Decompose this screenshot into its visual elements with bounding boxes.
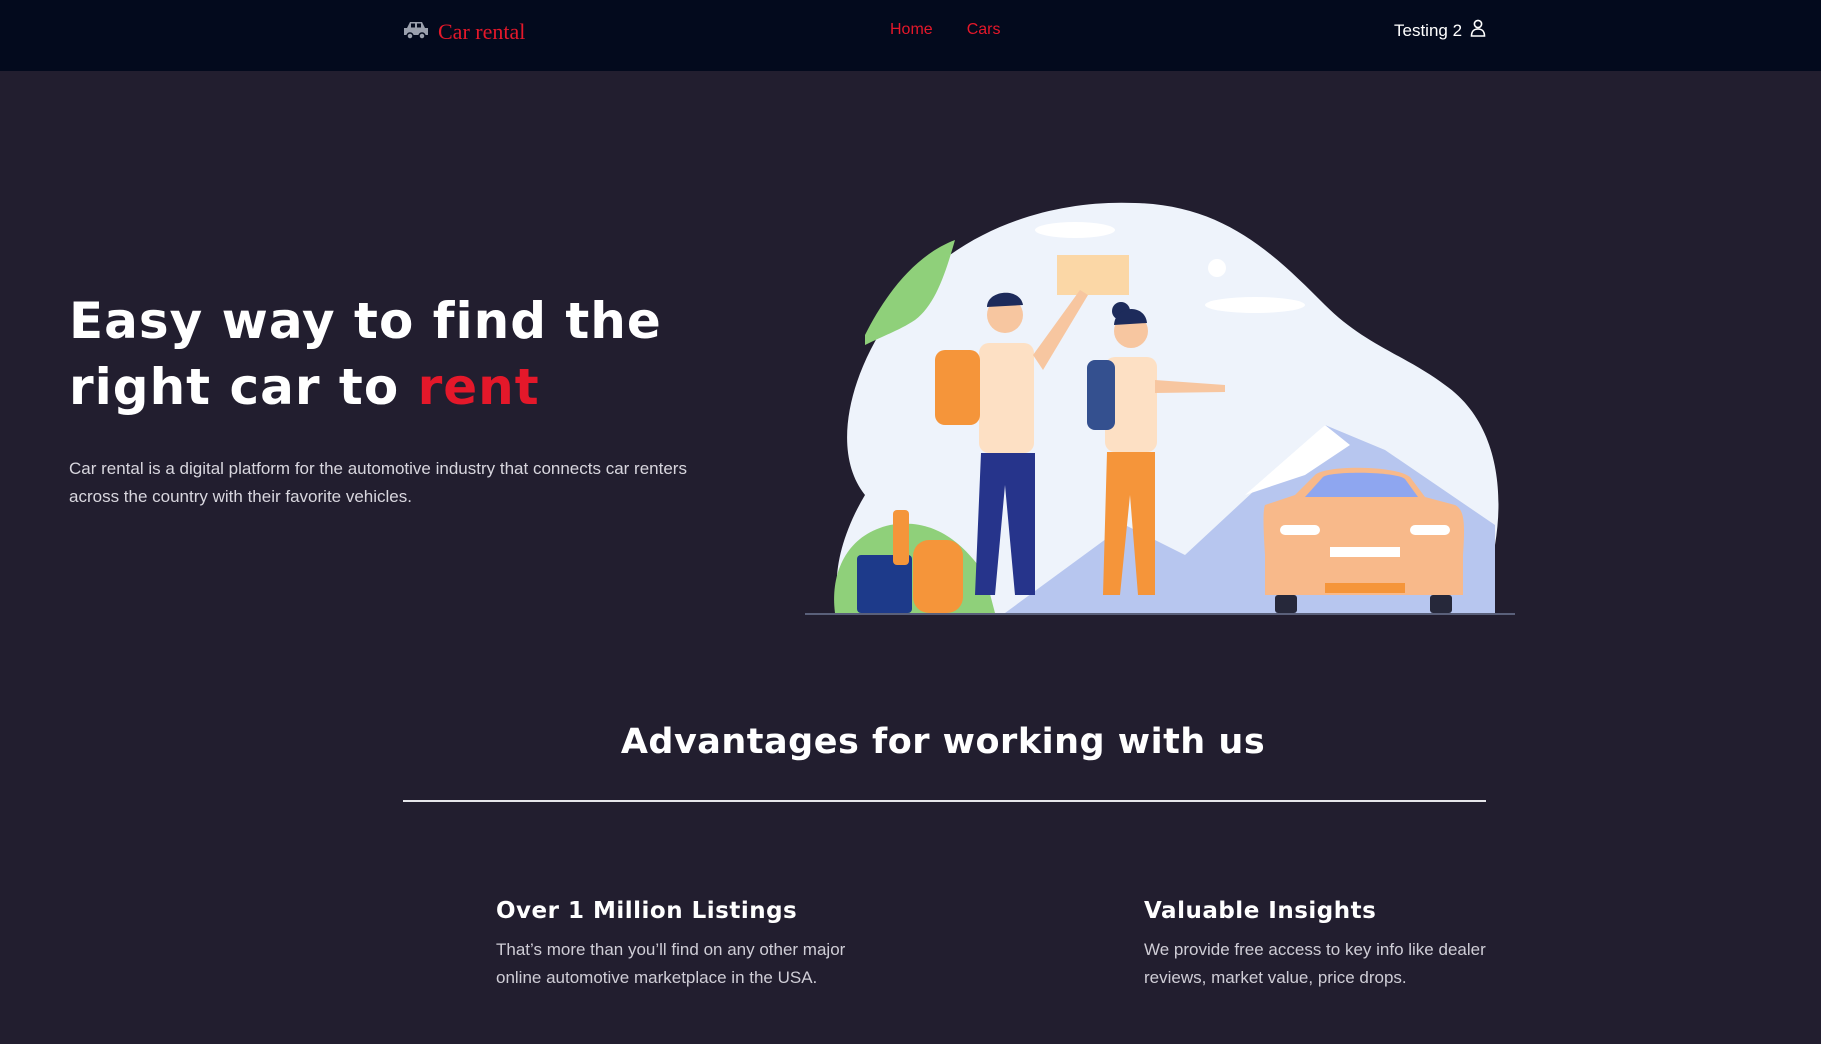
hero-title: Easy way to find the right car to rent xyxy=(69,288,789,420)
advantages-title: Advantages for working with us xyxy=(620,722,1266,762)
nav-link-home[interactable]: Home xyxy=(890,21,933,39)
car-icon xyxy=(402,20,430,45)
hero-illustration xyxy=(805,195,1525,620)
hero-title-accent: rent xyxy=(417,358,540,416)
hero-title-line1: Easy way to find the xyxy=(69,292,662,350)
feature-description: That’s more than you’ll find on any othe… xyxy=(496,940,846,987)
feature-card: Over 1 Million Listings That’s more than… xyxy=(496,898,846,992)
user-icon xyxy=(1470,19,1486,42)
navbar: Car rental Home Cars Testing 2 xyxy=(0,0,1821,71)
hero-title-line2: right car to xyxy=(69,358,418,416)
user-menu[interactable]: Testing 2 xyxy=(1394,19,1486,42)
feature-card: Valuable Insights We provide free access… xyxy=(1144,898,1494,992)
brand-link[interactable]: Car rental xyxy=(402,17,525,47)
hero-description: Car rental is a digital platform for the… xyxy=(69,459,687,506)
feature-description: We provide free access to key info like … xyxy=(1144,940,1486,987)
feature-title: Over 1 Million Listings xyxy=(496,898,798,924)
advantages-divider xyxy=(403,800,1486,802)
brand-label: Car rental xyxy=(438,19,526,44)
nav-link-cars[interactable]: Cars xyxy=(967,21,1001,39)
main-nav: Home Cars xyxy=(890,21,1000,39)
user-name: Testing 2 xyxy=(1394,20,1463,40)
feature-title: Valuable Insights xyxy=(1144,898,1377,924)
